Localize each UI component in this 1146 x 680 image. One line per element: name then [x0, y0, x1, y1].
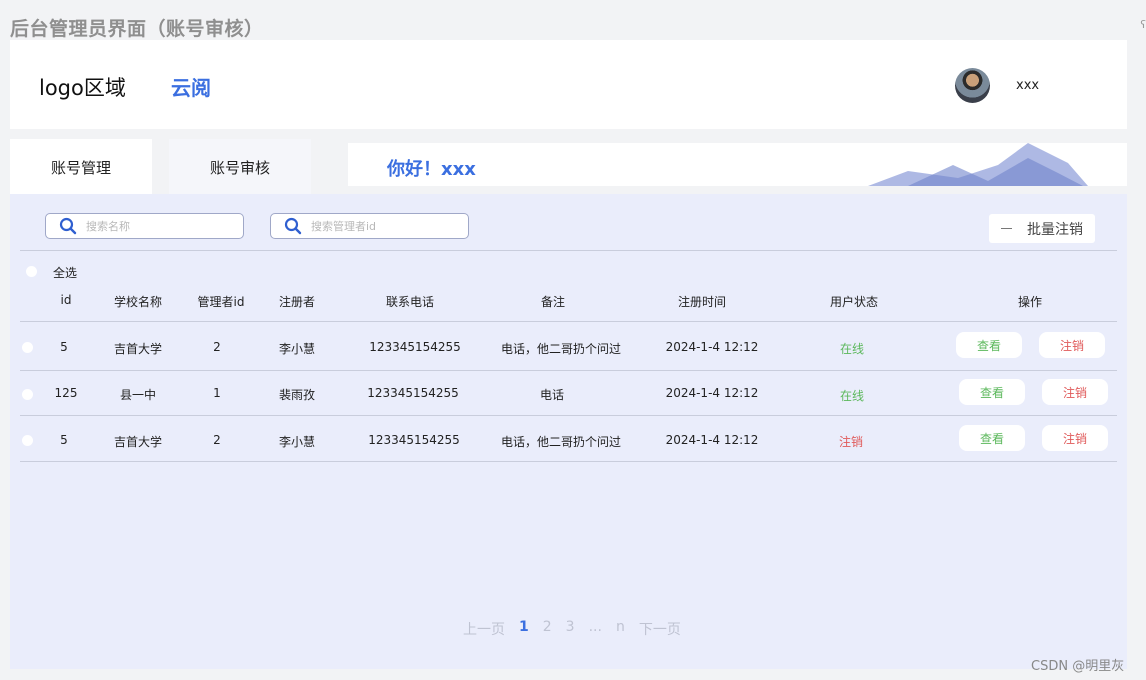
select-all-radio[interactable] [26, 266, 37, 277]
page-caption: 后台管理员界面（账号审核） [10, 18, 264, 40]
column-header-phone: 联系电话 [385, 295, 435, 309]
view-button[interactable]: 查看 [959, 379, 1025, 405]
cell-time: 2024-1-4 12:12 [665, 340, 759, 354]
cell-phone: 123345154255 [368, 433, 460, 447]
page-ellipsis: ... [588, 619, 602, 635]
minus-icon [1001, 228, 1012, 229]
column-header-status: 用户状态 [829, 295, 879, 309]
cell-manager-id: 1 [213, 386, 221, 400]
cell-phone: 123345154255 [369, 340, 461, 354]
edge-mark: ʕ [1140, 18, 1146, 31]
avatar[interactable] [955, 68, 990, 103]
search-name-input[interactable] [86, 219, 226, 233]
tab-account-review[interactable]: 账号审核 [169, 139, 311, 195]
cell-registrant: 李小慧 [278, 342, 316, 356]
cell-manager-id: 2 [213, 433, 221, 447]
cell-note: 电话，他二哥扔个问过 [500, 435, 622, 449]
search-icon [284, 217, 302, 235]
view-button[interactable]: 查看 [956, 332, 1022, 358]
column-header-school: 学校名称 [113, 295, 163, 309]
watermark: CSDN @明里灰 [1031, 659, 1125, 674]
cell-school: 吉首大学 [113, 435, 163, 449]
row-select-radio[interactable] [22, 342, 33, 353]
content-panel: 批量注销 全选 id 学校名称 管理者id 注册者 联系电话 备注 注册时间 用… [10, 194, 1127, 669]
cancel-button[interactable]: 注销 [1039, 332, 1105, 358]
cell-manager-id: 2 [213, 340, 221, 354]
cancel-button[interactable]: 注销 [1042, 379, 1108, 405]
cell-status: 注销 [838, 435, 864, 449]
cell-registrant: 裴雨孜 [278, 388, 316, 402]
divider [20, 250, 1117, 251]
cell-status: 在线 [839, 342, 865, 356]
cancel-button[interactable]: 注销 [1042, 425, 1108, 451]
row-select-radio[interactable] [22, 389, 33, 400]
greeting-text: 你好！xxx [387, 159, 476, 180]
column-header-time: 注册时间 [677, 295, 727, 309]
select-all-label: 全选 [53, 266, 78, 280]
search-name-box[interactable] [45, 213, 244, 239]
mountains-decoration [868, 143, 1088, 186]
cell-id: 125 [54, 386, 78, 400]
cell-school: 吉首大学 [113, 342, 163, 356]
column-header-id: id [60, 293, 72, 307]
cell-school: 县一中 [119, 388, 157, 402]
cell-id: 5 [60, 340, 68, 354]
column-header-note: 备注 [540, 295, 566, 309]
brand-name[interactable]: 云阅 [171, 72, 211, 101]
welcome-banner: 你好！xxx [348, 143, 1127, 186]
page-link-n[interactable]: n [616, 619, 625, 639]
search-manager-id-input[interactable] [311, 219, 451, 233]
cell-id: 5 [60, 433, 68, 447]
search-icon [59, 217, 77, 235]
cell-registrant: 李小慧 [278, 435, 316, 449]
page-link-2[interactable]: 2 [543, 619, 552, 639]
cell-note: 电话，他二哥扔个问过 [500, 342, 622, 356]
cell-status: 在线 [839, 389, 865, 403]
logo-area: logo区域 [39, 76, 126, 100]
column-header-manager-id: 管理者id [197, 295, 245, 309]
page-link-3[interactable]: 3 [566, 619, 575, 639]
pagination: 上一页 1 2 3 ... n 下一页 [463, 619, 695, 639]
cell-phone: 123345154255 [367, 386, 459, 400]
batch-cancel-button[interactable]: 批量注销 [989, 214, 1095, 243]
row-select-radio[interactable] [22, 435, 33, 446]
batch-cancel-label: 批量注销 [1027, 221, 1083, 238]
divider [20, 370, 1117, 371]
cell-time: 2024-1-4 12:12 [665, 433, 759, 447]
view-button[interactable]: 查看 [959, 425, 1025, 451]
user-name[interactable]: xxx [1016, 78, 1039, 93]
tab-account-management[interactable]: 账号管理 [10, 139, 152, 195]
divider [20, 321, 1117, 322]
column-header-actions: 操作 [1017, 295, 1043, 309]
column-header-registrant: 注册者 [278, 295, 316, 309]
divider [20, 415, 1117, 416]
divider [20, 461, 1117, 462]
next-page-link[interactable]: 下一页 [639, 619, 681, 639]
cell-time: 2024-1-4 12:12 [665, 386, 759, 400]
cell-note: 电话 [539, 388, 565, 402]
search-manager-id-box[interactable] [270, 213, 469, 239]
top-header: logo区域 云阅 xxx [10, 40, 1127, 129]
prev-page-link[interactable]: 上一页 [463, 619, 505, 639]
page-link-1[interactable]: 1 [519, 619, 529, 639]
